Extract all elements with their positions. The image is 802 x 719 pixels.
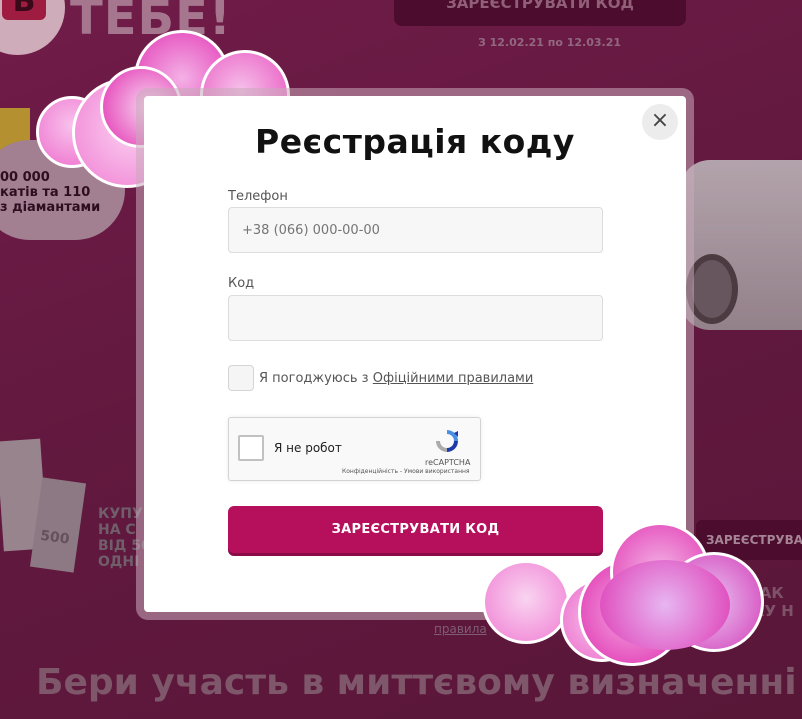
recaptcha-label: Я не робот (274, 441, 342, 455)
official-rules-link[interactable]: Офіційними правилами (373, 371, 534, 386)
recaptcha-icon (436, 430, 458, 452)
recaptcha-brand: reCAPTCHA (425, 458, 471, 467)
agree-checkbox[interactable] (228, 365, 254, 391)
phone-label: Телефон (228, 189, 288, 204)
cloud-puff (482, 560, 570, 644)
recaptcha-checkbox[interactable] (238, 435, 264, 461)
phone-input[interactable] (228, 207, 603, 253)
code-label: Код (228, 276, 255, 291)
cloud-core (600, 560, 730, 650)
agree-text: Я погоджуюсь з Офіційними правилами (259, 371, 533, 386)
modal-title: Реєстрація коду (255, 122, 575, 161)
recaptcha-terms[interactable]: Конфіденційність - Умови використання (342, 468, 470, 475)
code-input[interactable] (228, 295, 603, 341)
agree-label: Я погоджуюсь з (259, 371, 373, 386)
recaptcha-widget: Я не робот reCAPTCHA Конфіденційність - … (228, 417, 481, 481)
register-code-button[interactable]: ЗАРЕЄСТРУВАТИ КОД (228, 506, 603, 553)
